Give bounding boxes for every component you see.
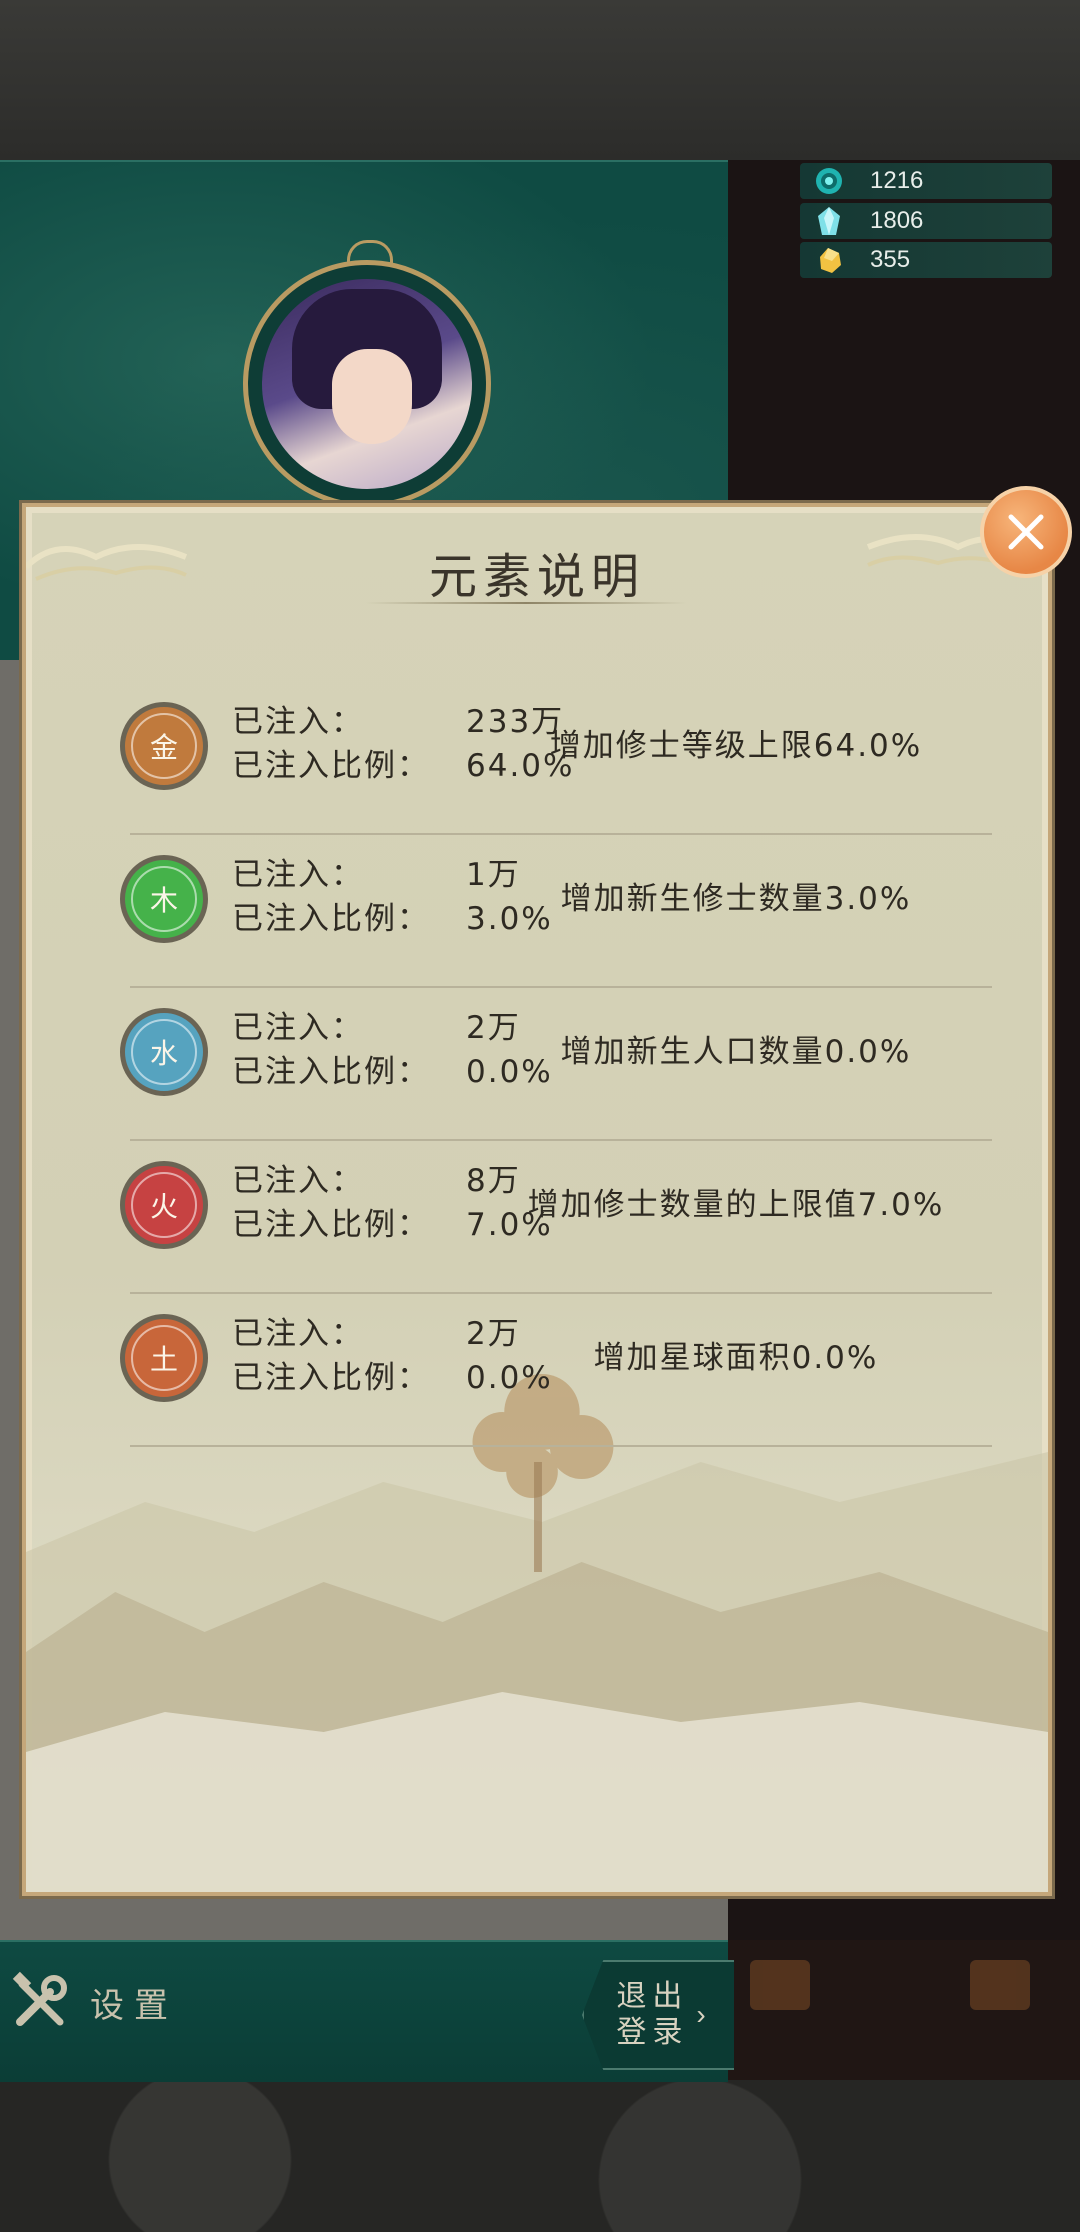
injected-label: 已注入： [232,1010,364,1046]
dialog-title: 元素说明 [428,549,645,605]
spirit-orb-icon [816,168,842,194]
element-info-dialog: 元素说明 金 已注入： 233万 已注入比例： 64.0% 增加修士等级上限64.0… [22,503,1052,1896]
injected-label: 已注入： [232,857,364,893]
element-list: 金 已注入： 233万 已注入比例： 64.0% 增加修士等级上限64.0% 木 已… [86,682,1006,1447]
element-row-wood: 木 已注入： 1万 已注入比例： 3.0% 增加新生修士数量3.0% [86,835,1006,988]
element-effect: 增加新生修士数量3.0% [560,881,912,917]
element-row-water: 水 已注入： 2万 已注入比例： 0.0% 增加新生人口数量0.0% [86,988,1006,1141]
injected-label: 已注入： [232,704,364,740]
ratio-label: 已注入比例： [232,901,430,937]
close-icon [1008,514,1044,550]
top-band [0,0,1080,160]
row-divider [130,1445,992,1447]
wood-element-badge: 木 [120,855,208,943]
currency-row-gold-ore: 355 [800,242,1052,278]
element-row-fire: 火 已注入： 8万 已注入比例： 7.0% 增加修士数量的上限值7.0% [86,1141,1006,1294]
avatar-face [332,349,412,444]
tools-icon [12,1971,67,2026]
earth-element-badge: 土 [120,1314,208,1402]
logout-button[interactable]: 退出登录 › [582,1960,734,2070]
title-underline [366,602,686,604]
ratio-label: 已注入比例： [232,748,430,784]
gold-ore-icon [820,248,841,273]
avatar-frame [243,260,491,508]
chevron-right-icon: › [696,1999,706,2030]
fire-element-badge: 火 [120,1161,208,1249]
element-effect: 增加新生人口数量0.0% [560,1034,912,1070]
settings-label: 设置 [90,1985,178,2026]
avatar-portrait [262,279,472,489]
ratio-label: 已注入比例： [232,1054,430,1090]
settings-button[interactable]: 设置 [10,1970,178,2034]
ratio-label: 已注入比例： [232,1360,430,1396]
currency-value: 1216 [870,167,924,194]
dimmed-nav-item [740,1960,820,2050]
water-element-badge: 水 [120,1008,208,1096]
currency-row-spirit-orb: 1216 [800,163,1052,199]
ratio-label: 已注入比例： [232,1207,430,1243]
logout-label: 退出登录 [616,1979,689,2050]
crystal-icon [818,207,840,235]
element-row-metal: 金 已注入： 233万 已注入比例： 64.0% 增加修士等级上限64.0% [86,682,1006,835]
element-effect: 增加修士等级上限64.0% [549,728,923,764]
injected-label: 已注入： [232,1316,364,1352]
injected-label: 已注入： [232,1163,364,1199]
dimmed-nav-item [960,1960,1040,2050]
element-row-earth: 土 已注入： 2万 已注入比例： 0.0% 增加星球面积0.0% [86,1294,1006,1447]
element-effect: 增加修士数量的上限值7.0% [527,1187,945,1223]
player-avatar[interactable] [243,240,499,510]
currency-value: 355 [870,246,911,273]
currency-value: 1806 [870,207,924,234]
element-effect: 增加星球面积0.0% [593,1340,879,1376]
currency-row-crystal: 1806 [800,203,1052,239]
metal-element-badge: 金 [120,702,208,790]
close-button[interactable] [980,486,1072,578]
